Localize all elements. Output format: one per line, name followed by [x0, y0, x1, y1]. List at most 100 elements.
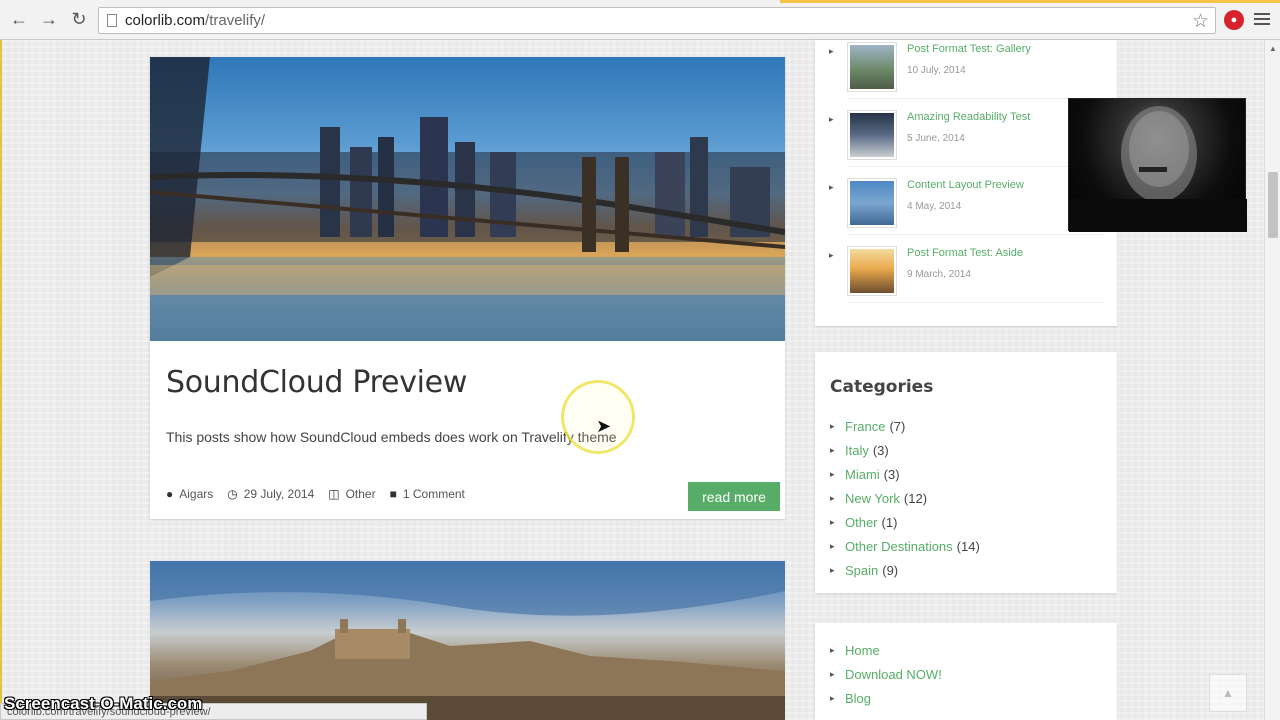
post-date: 29 July, 2014	[243, 487, 315, 501]
comment-icon: ■	[389, 487, 397, 501]
menu-list: ▸ Home ▸ Download NOW! ▸ Blog	[830, 638, 946, 710]
url-path: /travelify/	[205, 12, 266, 29]
bullet-icon: ▸	[830, 564, 835, 575]
folder-icon: ◫	[328, 487, 340, 501]
bullet-icon: ▸	[830, 692, 835, 703]
category-link[interactable]: France	[845, 419, 885, 434]
author-meta[interactable]: ● Aigars	[166, 487, 213, 501]
bookmark-star-icon[interactable]: ☆	[1192, 10, 1209, 33]
category-link[interactable]: Italy	[845, 443, 869, 458]
category-link[interactable]: Miami	[845, 467, 880, 482]
menu-link-home[interactable]: Home	[845, 643, 880, 658]
post-meta: ● Aigars ◷ 29 July, 2014 ◫ Other ■ 1 Comment	[166, 487, 479, 501]
menu-icon[interactable]	[1254, 10, 1270, 26]
scroll-to-top-button[interactable]: ▲	[1209, 674, 1247, 712]
category-item: ▸ New York (12)	[830, 486, 980, 510]
url-domain: colorlib.com	[125, 12, 206, 29]
screencast-watermark: Screencast-O-Matic.com	[4, 694, 203, 713]
forward-icon[interactable]: →	[38, 9, 60, 31]
categories-title: Categories	[830, 377, 934, 397]
category-item: ▸ Spain (9)	[830, 558, 980, 582]
recent-post-item[interactable]: ▸ Amazing Readability Test 5 June, 2014	[829, 110, 1105, 172]
user-icon: ●	[166, 487, 174, 501]
category-item: ▸ Other (1)	[830, 510, 980, 534]
category-item: ▸ Italy (3)	[830, 438, 980, 462]
menu-item: ▸ Download NOW!	[830, 662, 946, 686]
post-category: Other	[345, 487, 376, 501]
post-title[interactable]: SoundCloud Preview	[166, 365, 467, 400]
city-bridge-image	[150, 57, 785, 341]
webcam-face-image	[1069, 106, 1247, 232]
bullet-icon: ▸	[830, 468, 835, 479]
back-icon[interactable]: ←	[8, 9, 30, 31]
category-count: (3)	[883, 466, 900, 482]
menu-item: ▸ Home	[830, 638, 946, 662]
post-featured-image[interactable]	[150, 57, 785, 341]
category-link[interactable]: New York	[845, 491, 900, 506]
recent-post-thumb[interactable]	[847, 42, 897, 92]
author-name: Aigars	[179, 487, 214, 501]
recent-post-date: 4 May, 2014	[907, 201, 962, 212]
category-item: ▸ France (7)	[830, 414, 980, 438]
bullet-icon: ▸	[830, 516, 835, 527]
recent-post-date: 5 June, 2014	[907, 133, 965, 144]
category-count: (1)	[881, 514, 898, 530]
category-link[interactable]: Other Destinations	[845, 539, 953, 554]
category-item: ▸ Other Destinations (14)	[830, 534, 980, 558]
bullet-icon: ▸	[830, 668, 835, 679]
menu-item: ▸ Blog	[830, 686, 946, 710]
recent-post-thumb[interactable]	[847, 246, 897, 296]
menu-link-download[interactable]: Download NOW!	[845, 667, 942, 682]
category-link[interactable]: Spain	[845, 563, 878, 578]
recent-post-date: 10 July, 2014	[907, 65, 966, 76]
recent-post-title[interactable]: Content Layout Preview	[907, 179, 1024, 191]
next-post-card	[150, 561, 785, 720]
comments-meta[interactable]: ■ 1 Comment	[390, 487, 465, 501]
bullet-icon: ▸	[830, 420, 835, 431]
menu-link-blog[interactable]: Blog	[845, 691, 871, 706]
scroll-up-icon[interactable]: ▲	[1269, 44, 1277, 53]
bullet-icon: ▸	[830, 540, 835, 551]
recent-post-title[interactable]: Post Format Test: Aside	[907, 247, 1023, 259]
category-count: (9)	[882, 562, 899, 578]
next-post-image[interactable]	[150, 561, 785, 720]
page-edge	[0, 40, 2, 720]
recent-post-title[interactable]: Post Format Test: Gallery	[907, 43, 1031, 55]
category-count: (7)	[889, 418, 906, 434]
castle-town-image	[150, 561, 785, 720]
recent-post-item[interactable]: ▸ Content Layout Preview 4 May, 2014	[829, 178, 1105, 240]
browser-toolbar: ← → ↻ colorlib.com/travelify/ ☆ ●	[0, 0, 1280, 40]
categories-list: ▸ France (7) ▸ Italy (3) ▸ Miami (3) ▸ New York…	[830, 414, 980, 582]
bullet-icon: ▸	[829, 182, 834, 192]
recent-post-thumb[interactable]	[847, 178, 897, 228]
extension-icon[interactable]: ●	[1224, 10, 1244, 30]
address-bar[interactable]: colorlib.com/travelify/ ☆	[98, 7, 1216, 34]
recent-post-date: 9 March, 2014	[907, 269, 971, 280]
read-more-button[interactable]: read more	[688, 482, 780, 511]
scrollbar-thumb[interactable]	[1268, 172, 1278, 238]
bullet-icon: ▸	[830, 492, 835, 503]
category-count: (12)	[903, 490, 928, 506]
bullet-icon: ▸	[829, 114, 834, 124]
mouse-cursor-icon: ➤	[596, 416, 612, 436]
clock-icon: ◷	[227, 487, 238, 501]
webcam-overlay	[1068, 98, 1247, 232]
category-meta[interactable]: ◫ Other	[328, 487, 375, 501]
bullet-icon: ▸	[829, 46, 834, 56]
recent-post-thumb[interactable]	[847, 110, 897, 160]
bullet-icon: ▸	[830, 444, 835, 455]
recent-post-title[interactable]: Amazing Readability Test	[907, 111, 1030, 123]
categories-widget: Categories ▸ France (7) ▸ Italy (3) ▸ Miami (3…	[815, 352, 1117, 593]
bullet-icon: ▸	[830, 644, 835, 655]
date-meta[interactable]: ◷ 29 July, 2014	[227, 487, 314, 501]
recent-post-item[interactable]: ▸ Post Format Test: Aside 9 March, 2014	[829, 246, 1105, 308]
bullet-icon: ▸	[829, 250, 834, 260]
page-icon	[107, 14, 117, 27]
post-comments: 1 Comment	[402, 487, 465, 501]
category-item: ▸ Miami (3)	[830, 462, 980, 486]
category-link[interactable]: Other	[845, 515, 878, 530]
reload-icon[interactable]: ↻	[68, 9, 90, 31]
recent-post-item[interactable]: ▸ Post Format Test: Gallery 10 July, 201…	[829, 42, 1105, 104]
page-scrollbar[interactable]: ▲	[1264, 40, 1280, 720]
post-card: SoundCloud Preview This posts show how S…	[150, 57, 785, 519]
